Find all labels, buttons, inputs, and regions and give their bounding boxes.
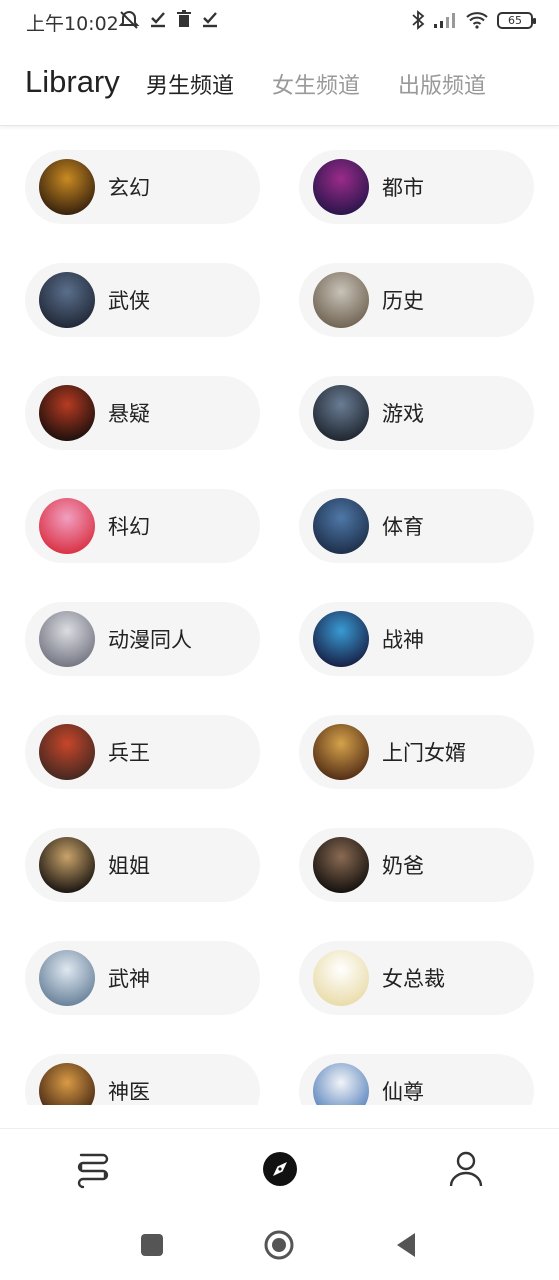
battery-indicator: 65 bbox=[497, 11, 536, 29]
category-label: 上门女婿 bbox=[382, 741, 466, 765]
category-item[interactable]: 上门女婿 bbox=[299, 715, 534, 789]
mute-alarm-icon bbox=[118, 10, 140, 29]
bottom-nav bbox=[0, 1128, 559, 1208]
category-cover bbox=[313, 385, 369, 441]
category-cover bbox=[39, 498, 95, 554]
category-cover bbox=[313, 159, 369, 215]
category-item[interactable]: 姐姐 bbox=[25, 828, 260, 902]
category-cover bbox=[39, 724, 95, 780]
category-label: 玄幻 bbox=[108, 176, 150, 200]
category-label: 神医 bbox=[108, 1080, 150, 1104]
profile-icon bbox=[449, 1151, 483, 1187]
category-cover bbox=[313, 724, 369, 780]
status-right: 65 bbox=[411, 10, 536, 30]
category-label: 武神 bbox=[108, 967, 150, 991]
category-label: 奶爸 bbox=[382, 854, 424, 878]
category-cover bbox=[39, 837, 95, 893]
category-item[interactable]: 女总裁 bbox=[299, 941, 534, 1015]
check-icon bbox=[203, 12, 217, 28]
home-button[interactable] bbox=[264, 1230, 294, 1260]
category-item[interactable]: 奶爸 bbox=[299, 828, 534, 902]
category-item[interactable]: 游戏 bbox=[299, 376, 534, 450]
category-label: 体育 bbox=[382, 515, 424, 539]
tab-male-channel[interactable]: 男生频道 bbox=[146, 68, 234, 100]
bookshelf-icon bbox=[77, 1153, 109, 1189]
notification-icons bbox=[118, 10, 218, 30]
category-cover bbox=[313, 950, 369, 1006]
category-label: 动漫同人 bbox=[108, 628, 192, 652]
status-time: 上午10:02 bbox=[26, 13, 119, 35]
category-cover bbox=[39, 272, 95, 328]
category-item[interactable]: 科幻 bbox=[25, 489, 260, 563]
category-label: 战神 bbox=[382, 628, 424, 652]
category-cover bbox=[39, 1063, 95, 1105]
category-cover bbox=[39, 385, 95, 441]
category-item[interactable]: 仙尊 bbox=[299, 1054, 534, 1105]
nav-profile[interactable] bbox=[446, 1149, 486, 1189]
check-icon bbox=[151, 12, 165, 28]
tab-publishing-channel[interactable]: 出版频道 bbox=[398, 68, 486, 100]
back-button[interactable] bbox=[391, 1230, 421, 1260]
category-cover bbox=[313, 1063, 369, 1105]
recents-button[interactable] bbox=[137, 1230, 167, 1260]
category-label: 仙尊 bbox=[382, 1080, 424, 1104]
category-item[interactable]: 武神 bbox=[25, 941, 260, 1015]
channel-tabs: 男生频道 女生频道 出版频道 bbox=[146, 68, 524, 100]
back-triangle-icon bbox=[397, 1233, 415, 1257]
signal-icon bbox=[434, 13, 455, 28]
category-label: 武侠 bbox=[108, 289, 150, 313]
nav-discover[interactable] bbox=[260, 1149, 300, 1189]
category-label: 兵王 bbox=[108, 741, 150, 765]
home-circle-icon bbox=[264, 1230, 294, 1260]
category-item[interactable]: 战神 bbox=[299, 602, 534, 676]
category-item[interactable]: 动漫同人 bbox=[25, 602, 260, 676]
category-item[interactable]: 历史 bbox=[299, 263, 534, 337]
category-item[interactable]: 都市 bbox=[299, 150, 534, 224]
category-item[interactable]: 体育 bbox=[299, 489, 534, 563]
tab-female-channel[interactable]: 女生频道 bbox=[272, 68, 360, 100]
nav-bookshelf[interactable] bbox=[73, 1149, 113, 1189]
category-cover bbox=[39, 611, 95, 667]
square-icon bbox=[141, 1234, 163, 1256]
compass-icon bbox=[263, 1152, 297, 1186]
category-label: 悬疑 bbox=[108, 402, 150, 426]
category-label: 姐姐 bbox=[108, 854, 150, 878]
system-nav-bar bbox=[0, 1208, 559, 1280]
category-cover bbox=[313, 837, 369, 893]
category-grid: 玄幻 都市 武侠 历史 悬疑 游戏 科幻 体育 动漫同人 战神 兵王 上门女婿 … bbox=[0, 126, 559, 1105]
category-label: 游戏 bbox=[382, 402, 424, 426]
category-cover bbox=[39, 950, 95, 1006]
category-cover bbox=[39, 159, 95, 215]
category-item[interactable]: 武侠 bbox=[25, 263, 260, 337]
category-cover bbox=[313, 611, 369, 667]
category-item[interactable]: 神医 bbox=[25, 1054, 260, 1105]
category-label: 女总裁 bbox=[382, 967, 445, 991]
category-item[interactable]: 悬疑 bbox=[25, 376, 260, 450]
category-cover bbox=[313, 498, 369, 554]
wifi-icon bbox=[466, 12, 488, 29]
category-item[interactable]: 兵王 bbox=[25, 715, 260, 789]
category-item[interactable]: 玄幻 bbox=[25, 150, 260, 224]
top-header: Library 男生频道 女生频道 出版频道 bbox=[0, 42, 559, 126]
page-title: Library bbox=[25, 64, 120, 99]
category-label: 科幻 bbox=[108, 515, 150, 539]
category-label: 都市 bbox=[382, 176, 424, 200]
category-cover bbox=[313, 272, 369, 328]
trash-icon bbox=[177, 10, 191, 27]
status-bar: 上午10:02 65 bbox=[0, 0, 559, 42]
category-label: 历史 bbox=[382, 289, 424, 313]
bluetooth-icon bbox=[412, 10, 425, 30]
